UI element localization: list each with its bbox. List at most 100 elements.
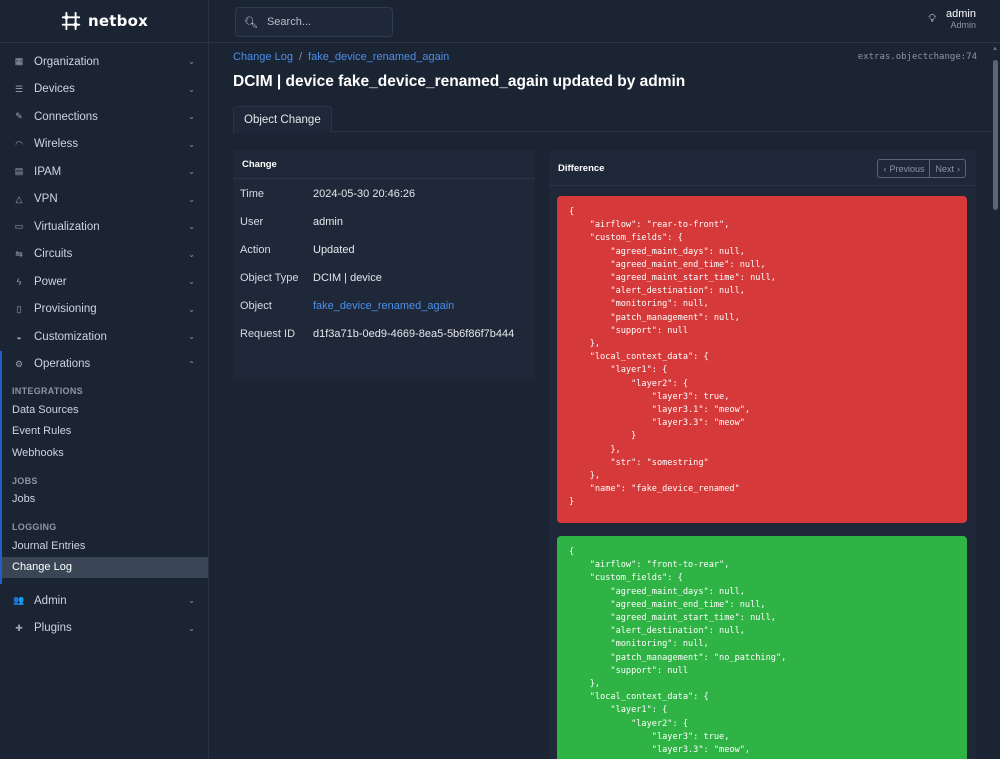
sidebar-item-label: Devices (34, 83, 75, 96)
breadcrumb-current-link[interactable]: fake_device_renamed_again (308, 51, 449, 63)
difference-card: Difference ‹ Previous Next › { "airflow": … (549, 150, 976, 759)
sidebar-item-vpn[interactable]: △ VPN ⌄ (0, 186, 208, 214)
sidebar-item-connections[interactable]: ✎ Connections ⌄ (0, 103, 208, 131)
next-button[interactable]: Next › (929, 160, 965, 177)
table-row: Object fake_device_renamed_again (233, 291, 535, 319)
sidebar-item-label: IPAM (34, 165, 62, 178)
diff-added-block: { "airflow": "front-to-rear", "custom_fi… (557, 536, 967, 759)
page-scrollbar[interactable]: ▲ (991, 44, 999, 759)
sidebar-item-label: Virtualization (34, 220, 100, 233)
scroll-thumb[interactable] (993, 60, 998, 210)
submenu-item-webhooks[interactable]: Webhooks (2, 442, 208, 464)
chevron-down-icon: ⌄ (188, 84, 195, 94)
chevron-down-icon: ⌄ (188, 304, 195, 314)
chevron-down-icon: ⌄ (188, 623, 195, 633)
user-names: admin Admin (946, 8, 976, 30)
sidebar-item-label: Admin (34, 594, 67, 607)
chevron-right-icon: › (957, 163, 960, 174)
sidebar-item-plugins[interactable]: ✚ Plugins ⌄ (0, 615, 208, 643)
netbox-logo-icon (61, 11, 81, 31)
chevron-down-icon: ⌄ (188, 277, 195, 287)
submenu-item-event-rules[interactable]: Event Rules (2, 421, 208, 443)
table-row: User admin (233, 207, 535, 235)
sidebar-item-label: Connections (34, 110, 98, 123)
attr-value: admin (313, 216, 343, 228)
sidebar-item-organization[interactable]: ▦ Organization ⌄ (0, 48, 208, 76)
brand-name: netbox (88, 12, 148, 30)
previous-button[interactable]: ‹ Previous (878, 160, 929, 177)
chevron-down-icon: ⌄ (188, 167, 195, 177)
server-icon: ☰ (14, 83, 24, 94)
sidebar-item-ipam[interactable]: ▤ IPAM ⌄ (0, 158, 208, 186)
lightbulb-icon[interactable]: 💡︎ (928, 13, 936, 26)
global-search[interactable]: 🔍︎ (235, 7, 393, 37)
submenu-item-change-log[interactable]: Change Log (2, 556, 208, 578)
sidebar: netbox ▦ Organization ⌄ ☰ Devices ⌄ ✎ Connect… (0, 0, 209, 759)
building-icon: ▦ (14, 56, 24, 67)
change-attributes-table: Time 2024-05-30 20:46:26 User admin Acti… (233, 179, 535, 347)
chevron-up-icon: ⌃ (188, 359, 195, 369)
diff-pager: ‹ Previous Next › (877, 159, 966, 178)
sidebar-item-label: Plugins (34, 622, 72, 635)
breadcrumb-separator: / (298, 51, 303, 63)
attr-key: User (240, 216, 264, 228)
chevron-down-icon: ⌄ (188, 57, 195, 67)
sidebar-item-provisioning[interactable]: ▯ Provisioning ⌄ (0, 296, 208, 324)
submenu-item-data-sources[interactable]: Data Sources (2, 399, 208, 421)
file-icon: ▯ (16, 303, 22, 314)
sidebar-item-virtualization[interactable]: ▭ Virtualization ⌄ (0, 213, 208, 241)
chevron-down-icon: ⌄ (188, 194, 195, 204)
chevron-down-icon: ⌄ (188, 332, 195, 342)
tab-object-change[interactable]: Object Change (233, 106, 332, 133)
users-icon: 👥 (13, 595, 25, 606)
plug-icon: ✎ (15, 111, 23, 122)
table-row: Object Type DCIM | device (233, 263, 535, 291)
sidebar-item-label: Provisioning (34, 303, 97, 316)
sidebar-item-label: Circuits (34, 248, 73, 261)
sidebar-item-label: Operations (34, 358, 91, 371)
tunnel-icon: △ (15, 193, 23, 204)
sidebar-item-circuits[interactable]: ⇋ Circuits ⌄ (0, 241, 208, 269)
submenu-heading: INTEGRATIONS (12, 386, 83, 396)
breadcrumb-parent-link[interactable]: Change Log (233, 51, 293, 63)
difference-card-header: Difference ‹ Previous Next › (549, 150, 976, 186)
breadcrumb: Change Log / fake_device_renamed_again (233, 51, 449, 63)
sidebar-item-label: Customization (34, 330, 107, 343)
attr-key: Request ID (240, 328, 296, 340)
sidebar-item-wireless[interactable]: ◠ Wireless ⌄ (0, 131, 208, 159)
brand-logo[interactable]: netbox (0, 0, 208, 43)
sidebar-item-label: Wireless (34, 138, 79, 151)
sidebar-item-label: VPN (34, 193, 58, 206)
attr-key: Object (240, 300, 272, 312)
sidebar-item-admin[interactable]: 👥 Admin ⌄ (0, 587, 208, 615)
submenu-item-journal-entries[interactable]: Journal Entries (2, 535, 208, 557)
chevron-down-icon: ⌄ (188, 249, 195, 259)
chevron-down-icon: ⌄ (188, 139, 195, 149)
page-title: DCIM | device fake_device_renamed_again … (233, 73, 686, 90)
user-name: admin (946, 8, 976, 20)
scroll-up-arrow-icon[interactable]: ▲ (992, 46, 998, 52)
table-row: Time 2024-05-30 20:46:26 (233, 179, 535, 207)
main-content: Change Log / fake_device_renamed_again ext… (209, 44, 991, 759)
table-row: Action Updated (233, 235, 535, 263)
monitor-icon: ▭ (14, 221, 24, 232)
sidebar-item-operations[interactable]: ⚙ Operations ⌃ (0, 350, 208, 378)
object-link[interactable]: fake_device_renamed_again (313, 300, 454, 312)
submenu-item-jobs[interactable]: Jobs (2, 489, 208, 511)
sidebar-item-customization[interactable]: ◒ Customization ⌄ (0, 323, 208, 351)
diff-removed-block: { "airflow": "rear-to-front", "custom_fi… (557, 196, 967, 523)
operations-submenu: INTEGRATIONS Data Sources Event Rules We… (0, 378, 208, 584)
tab-bar: Object Change (233, 106, 991, 133)
flash-icon: ϟ (16, 276, 22, 287)
next-label: Next (935, 163, 954, 174)
search-input[interactable] (266, 16, 387, 28)
sidebar-item-label: Organization (34, 55, 100, 68)
sidebar-item-power[interactable]: ϟ Power ⌄ (0, 268, 208, 296)
attr-key: Action (240, 244, 271, 256)
chevron-down-icon: ⌄ (188, 222, 195, 232)
user-role: Admin (950, 20, 976, 30)
sidebar-item-label: Power (34, 275, 67, 288)
attr-value: fake_device_renamed_again (306, 291, 535, 319)
sidebar-item-devices[interactable]: ☰ Devices ⌄ (0, 76, 208, 104)
user-menu[interactable]: 💡︎ admin Admin (928, 8, 976, 30)
